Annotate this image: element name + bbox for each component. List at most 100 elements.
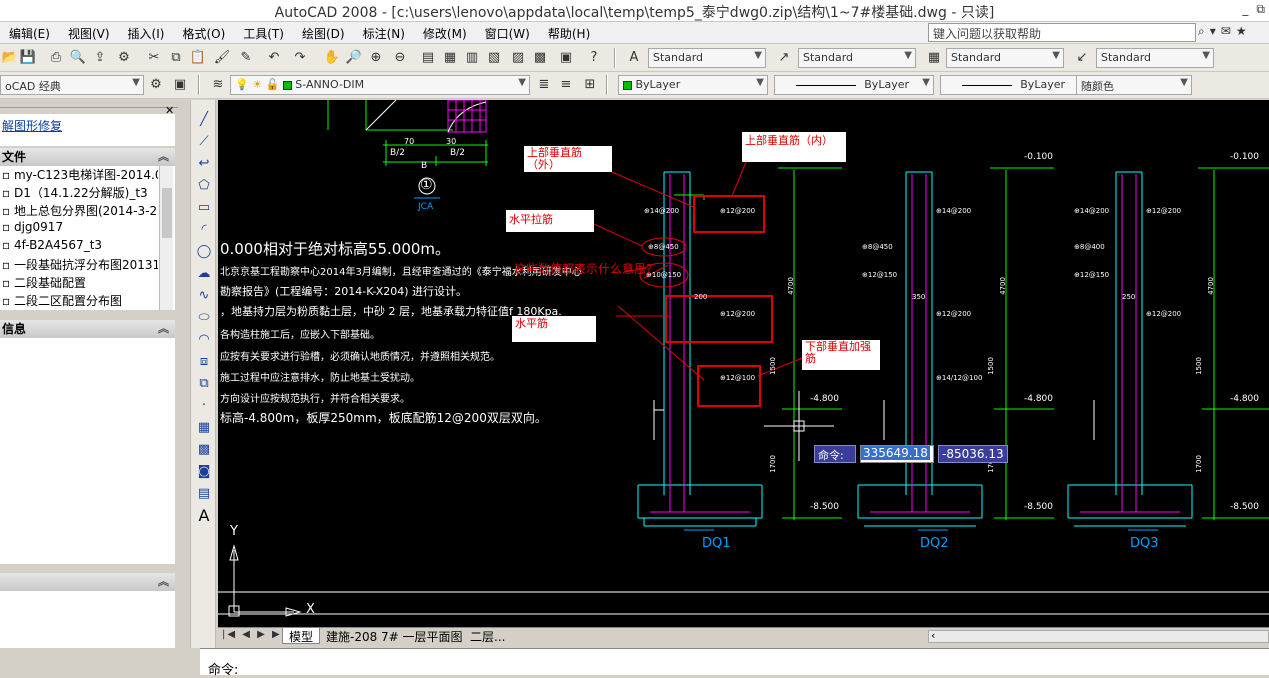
sheet-set-icon[interactable]: ▧: [484, 48, 504, 68]
layer-previous-icon[interactable]: ≡: [556, 75, 576, 95]
menu-format[interactable]: 格式(O): [173, 25, 234, 42]
chevron-down-icon[interactable]: ▾: [1210, 24, 1216, 39]
list-item[interactable]: ▫ djg0917: [0, 220, 158, 238]
files-scrollbar[interactable]: [159, 166, 173, 310]
print-icon[interactable]: ⎙: [46, 48, 66, 68]
communication-center-icon[interactable]: ✉: [1221, 24, 1231, 39]
color-select[interactable]: ByLayer ▼: [618, 75, 768, 95]
text-style-icon[interactable]: A: [624, 48, 644, 68]
linetype-select[interactable]: ByLayer ▼: [774, 75, 934, 95]
help-icon[interactable]: ?: [584, 48, 604, 68]
details-section-header[interactable]: ︽: [0, 573, 175, 591]
point-icon[interactable]: ·: [193, 396, 215, 416]
menu-modify[interactable]: 修改(M): [414, 25, 476, 42]
tool-palettes-icon[interactable]: ▥: [462, 48, 482, 68]
text-style-select[interactable]: Standard ▼: [648, 48, 766, 68]
match-properties-icon[interactable]: 🖌: [212, 48, 232, 68]
multiline-text-icon[interactable]: A: [193, 506, 215, 526]
copy-icon[interactable]: ⧉: [166, 48, 186, 68]
dynamic-input-x[interactable]: 335649.18: [860, 445, 934, 463]
spline-icon[interactable]: ∿: [193, 286, 215, 306]
dynamic-input-y[interactable]: -85036.13: [938, 445, 1008, 463]
menu-edit[interactable]: 编辑(E): [0, 25, 59, 42]
polygon-icon[interactable]: ⬠: [193, 176, 215, 196]
calculator-icon[interactable]: ▣: [556, 48, 576, 68]
tab-model[interactable]: 模型: [282, 628, 321, 644]
paste-icon[interactable]: 📋: [188, 48, 208, 68]
redo-icon[interactable]: ↷: [290, 48, 310, 68]
publish-icon[interactable]: ⇪: [90, 48, 110, 68]
info-section-header[interactable]: 信息 ︽: [0, 320, 175, 338]
make-block-icon[interactable]: ⧉: [193, 374, 215, 394]
pan-icon[interactable]: ✋: [322, 48, 342, 68]
menu-help[interactable]: 帮助(H): [539, 25, 599, 42]
tab-layout-1[interactable]: 建施-208 7# 一层平面图: [320, 628, 469, 644]
menu-view[interactable]: 视图(V): [59, 25, 119, 42]
cut-icon[interactable]: ✂: [144, 48, 164, 68]
workspace-save-icon[interactable]: ▣: [170, 75, 190, 95]
menu-tools[interactable]: 工具(T): [234, 25, 293, 42]
list-item[interactable]: ▫ D1（14.1.22分解版)_t3: [0, 184, 158, 202]
command-line[interactable]: 命令:: [200, 648, 1269, 678]
zoom-window-icon[interactable]: ⊕: [366, 48, 386, 68]
block-editor-icon[interactable]: ✎: [236, 48, 256, 68]
menu-insert[interactable]: 插入(I): [119, 25, 174, 42]
etransmit-icon[interactable]: ⚙: [114, 48, 134, 68]
list-item[interactable]: ▫ 4f-B2A4567_t3: [0, 238, 158, 256]
dim-style-select[interactable]: Standard ▼: [798, 48, 916, 68]
layer-select[interactable]: 💡 ☀ 🔓 S-ANNO-DIM ▼: [230, 75, 530, 95]
minimize-button[interactable]: _: [1242, 2, 1248, 17]
save-icon[interactable]: 💾: [18, 48, 38, 68]
list-item[interactable]: ▫ 二段基础配置: [0, 274, 158, 292]
search-icon[interactable]: ⌕: [1198, 24, 1205, 39]
plot-preview-icon[interactable]: 🔍: [68, 48, 88, 68]
hatch-icon[interactable]: ▦: [193, 418, 215, 438]
plotstyle-select[interactable]: 随颜色 ▼: [1076, 75, 1192, 95]
help-search-input[interactable]: 键入问题以获取帮助: [928, 23, 1196, 42]
workspace-select[interactable]: oCAD 经典 ▼: [0, 75, 144, 95]
collapse-icon[interactable]: ︽: [158, 320, 169, 338]
lineweight-select[interactable]: ByLayer▼: [940, 75, 1090, 95]
line-icon[interactable]: ╱: [193, 110, 215, 130]
layer-manager-icon[interactable]: ≋: [208, 75, 228, 95]
chevron-left-icon[interactable]: ‹: [931, 629, 935, 642]
undo-icon[interactable]: ↶: [264, 48, 284, 68]
ellipse-icon[interactable]: ⬭: [193, 308, 215, 328]
markup-icon[interactable]: ▨: [508, 48, 528, 68]
table-style-icon[interactable]: ▦: [924, 48, 944, 68]
ellipse-arc-icon[interactable]: ◠: [193, 330, 215, 350]
zoom-previous-icon[interactable]: ⊖: [390, 48, 410, 68]
arc-icon[interactable]: ◜: [193, 220, 215, 240]
horizontal-scrollbar[interactable]: ‹: [928, 629, 1269, 643]
collapse-icon[interactable]: ︽: [158, 573, 169, 591]
zoom-realtime-icon[interactable]: 🔎: [344, 48, 364, 68]
layer-states-icon[interactable]: ⊞: [580, 75, 600, 95]
menu-dimension[interactable]: 标注(N): [354, 25, 414, 42]
insert-block-icon[interactable]: ⧈: [193, 352, 215, 372]
list-item[interactable]: ▫ 一段基础抗浮分布图201310: [0, 256, 158, 274]
region-icon[interactable]: ◙: [193, 462, 215, 482]
tab-layout-2[interactable]: 二层...: [464, 628, 511, 644]
rectangle-icon[interactable]: ▭: [193, 198, 215, 218]
make-object-layer-current-icon[interactable]: ≣: [534, 75, 554, 95]
workspace-settings-icon[interactable]: ⚙: [146, 75, 166, 95]
gradient-icon[interactable]: ▩: [193, 440, 215, 460]
polyline-icon[interactable]: ↩: [193, 154, 215, 174]
list-item[interactable]: ▫ 地上总包分界图(2014-3-27): [0, 202, 158, 220]
list-item[interactable]: ▫ my-C123电梯详图-2014.01: [0, 166, 158, 184]
table-style-select[interactable]: Standard ▼: [946, 48, 1064, 68]
list-item[interactable]: ▫ 二段二区配置分布图: [0, 292, 158, 310]
mleader-style-select[interactable]: Standard ▼: [1096, 48, 1214, 68]
drawing-recovery-link[interactable]: 解图形修复: [0, 117, 158, 135]
open-icon[interactable]: 📂: [0, 48, 20, 68]
menu-window[interactable]: 窗口(W): [476, 25, 539, 42]
revision-cloud-icon[interactable]: ☁: [193, 264, 215, 284]
construction-line-icon[interactable]: ⟋: [193, 132, 215, 152]
properties-icon[interactable]: ▤: [418, 48, 438, 68]
table-icon[interactable]: ▤: [193, 484, 215, 504]
files-section-header[interactable]: 文件 ︽: [0, 148, 175, 166]
design-center-icon[interactable]: ▦: [440, 48, 460, 68]
collapse-icon[interactable]: ︽: [158, 148, 169, 166]
menu-draw[interactable]: 绘图(D): [293, 25, 354, 42]
circle-icon[interactable]: ◯: [193, 242, 215, 262]
